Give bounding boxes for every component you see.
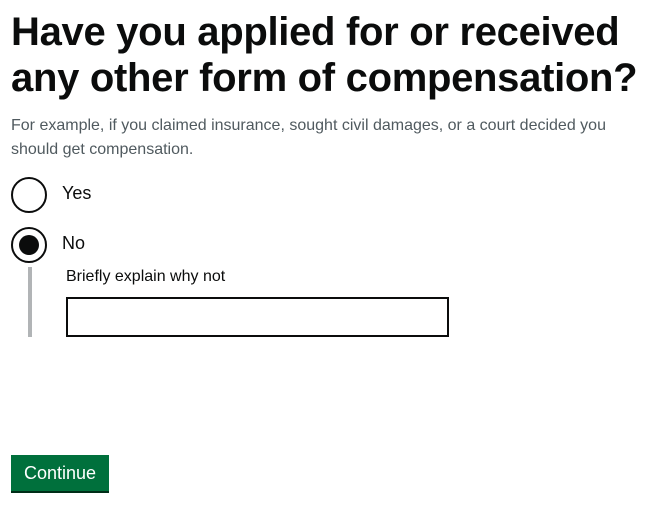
conditional-divider [28, 267, 32, 337]
page: Have you applied for or received any oth… [11, 0, 651, 491]
radio-button-yes[interactable] [11, 177, 47, 213]
radio-group: Yes No Briefly explain why not [11, 175, 651, 343]
explain-field-label: Briefly explain why not [66, 268, 226, 285]
conditional-reveal: Briefly explain why not [11, 267, 651, 343]
continue-button[interactable]: Continue [11, 455, 109, 491]
page-title: Have you applied for or received any oth… [11, 10, 638, 100]
explain-why-not-input[interactable] [66, 297, 449, 337]
radio-label-no[interactable]: No [62, 231, 85, 255]
radio-option-yes[interactable]: Yes [11, 175, 651, 215]
radio-label-yes[interactable]: Yes [62, 181, 91, 205]
radio-button-no[interactable] [11, 227, 47, 263]
radio-option-no[interactable]: No [11, 225, 651, 265]
question-hint: For example, if you claimed insurance, s… [11, 117, 606, 158]
